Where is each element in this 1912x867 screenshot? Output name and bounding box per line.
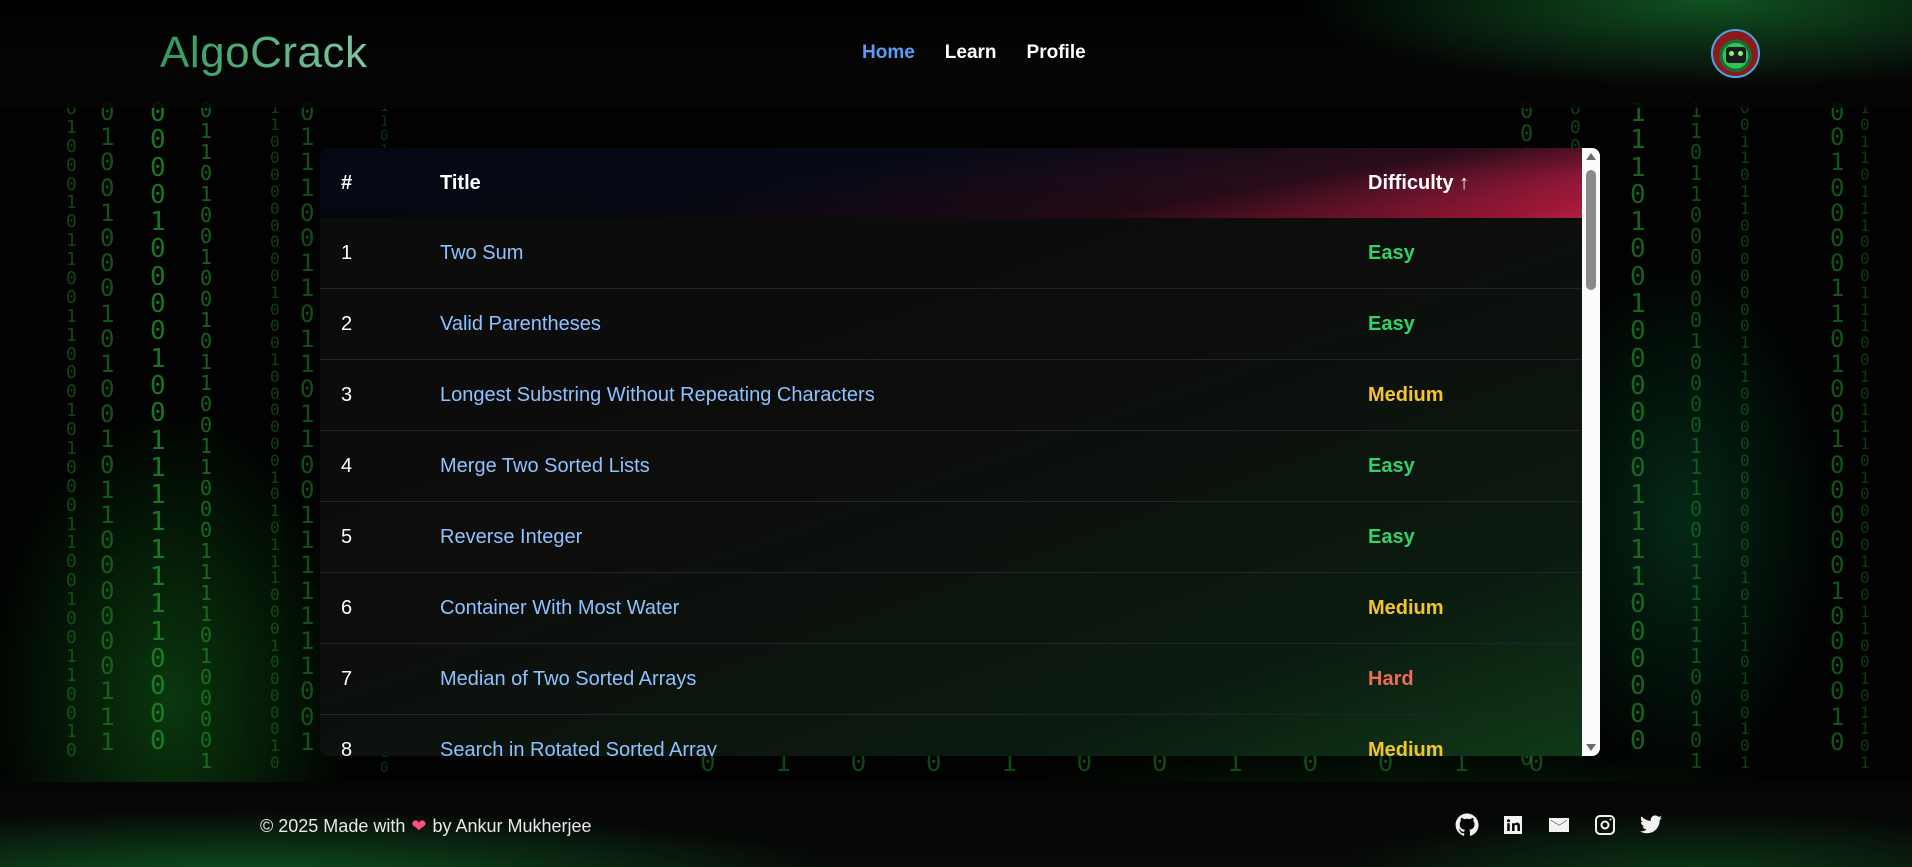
avatar-eye-right [1738, 51, 1743, 56]
difficulty-label: Hard [1368, 668, 1414, 690]
row-number: 4 [341, 455, 353, 477]
problem-title-link[interactable]: Valid Parentheses [440, 313, 601, 336]
matrix-rain-column: 1 0 1 1 0 1 1 1 0 0 0 1 1 1 0 0 1 0 1 1 … [1860, 99, 1870, 773]
scroll-down-icon[interactable] [1586, 744, 1596, 751]
table-scrollbar[interactable] [1582, 148, 1600, 756]
problem-title-link[interactable]: Reverse Integer [440, 526, 582, 549]
matrix-rain-column: 0 1 1 0 1 0 0 1 0 0 1 0 1 1 0 0 1 1 0 0 … [200, 98, 213, 773]
mail-icon[interactable] [1546, 812, 1572, 838]
difficulty-label: Easy [1368, 242, 1415, 264]
difficulty-label: Medium [1368, 597, 1444, 619]
matrix-rain-column: 0 0 1 1 0 1 1 0 0 0 0 0 0 0 1 1 1 0 0 0 … [1740, 99, 1750, 773]
problem-title-link[interactable]: Merge Two Sorted Lists [440, 455, 650, 478]
column-title-header[interactable]: Title [440, 172, 481, 195]
matrix-rain-column: 1 1 0 1 1 0 0 0 0 0 0 1 0 0 0 0 1 1 1 0 … [1690, 98, 1703, 773]
matrix-rain-column: 0 1 0 0 0 1 0 1 1 0 0 1 1 0 0 0 1 0 1 0 … [66, 98, 77, 762]
matrix-rain-column: 0 1 1 1 0 0 1 1 0 1 1 0 1 1 0 0 1 1 1 1 … [300, 98, 315, 756]
difficulty-label: Medium [1368, 739, 1444, 756]
table-row[interactable]: 4 Merge Two Sorted Lists Easy [320, 431, 1582, 502]
row-number: 6 [341, 597, 353, 619]
table-row[interactable]: 6 Container With Most Water Medium [320, 573, 1582, 644]
matrix-rain-column: 1 1 1 0 1 0 0 1 0 0 0 0 0 0 1 1 1 1 0 0 … [1630, 98, 1646, 756]
problems-table: # Title Difficulty ↑ 1 Two Sum Easy 2 Va… [320, 148, 1600, 756]
table-row[interactable]: 2 Valid Parentheses Easy [320, 289, 1582, 360]
social-links [1454, 812, 1664, 838]
row-number: 5 [341, 526, 353, 548]
problem-title-link[interactable]: Longest Substring Without Repeating Char… [440, 384, 875, 407]
nav-profile[interactable]: Profile [1027, 42, 1086, 64]
problem-title-link[interactable]: Container With Most Water [440, 597, 679, 620]
problem-title-link[interactable]: Two Sum [440, 242, 523, 265]
column-difficulty-header[interactable]: Difficulty ↑ [1368, 172, 1469, 195]
difficulty-label: Medium [1368, 384, 1444, 406]
nav-learn[interactable]: Learn [945, 42, 997, 64]
table-body: 1 Two Sum Easy 2 Valid Parentheses Easy … [320, 218, 1582, 756]
github-icon[interactable] [1454, 812, 1480, 838]
table-row[interactable]: 8 Search in Rotated Sorted Array Medium [320, 715, 1582, 756]
instagram-icon[interactable] [1592, 812, 1618, 838]
row-number: 2 [341, 313, 353, 335]
table-row[interactable]: 5 Reverse Integer Easy [320, 502, 1582, 573]
scrollbar-thumb[interactable] [1586, 170, 1596, 290]
copyright-prefix: © 2025 Made with [260, 816, 406, 836]
copyright-text: © 2025 Made with ❤ by Ankur Mukherjee [260, 816, 592, 837]
footer: © 2025 Made with ❤ by Ankur Mukherjee [0, 782, 1912, 867]
matrix-rain-column: 0 1 0 0 1 0 0 0 1 0 1 0 0 1 0 1 1 0 0 0 … [100, 98, 115, 756]
nav-home[interactable]: Home [862, 42, 915, 64]
row-number: 7 [341, 668, 353, 690]
zombie-avatar-icon[interactable] [1711, 29, 1760, 78]
difficulty-label: Easy [1368, 455, 1415, 477]
copyright-suffix: by Ankur Mukherjee [432, 816, 592, 836]
site-logo[interactable]: AlgoCrack [160, 28, 367, 78]
scroll-up-icon[interactable] [1586, 153, 1596, 160]
matrix-rain-column: 0 0 1 0 0 0 0 1 1 0 1 0 0 1 0 0 0 0 0 1 … [1830, 98, 1845, 756]
heart-icon: ❤ [411, 816, 427, 836]
table-row[interactable]: 3 Longest Substring Without Repeating Ch… [320, 360, 1582, 431]
problem-title-link[interactable]: Median of Two Sorted Arrays [440, 668, 696, 691]
row-number: 3 [341, 384, 353, 406]
main-nav: Home Learn Profile [862, 42, 1086, 64]
top-navbar: AlgoCrack Home Learn Profile [0, 0, 1912, 108]
table-header: # Title Difficulty ↑ [320, 148, 1582, 218]
problem-title-link[interactable]: Search in Rotated Sorted Array [440, 739, 717, 756]
difficulty-label: Easy [1368, 526, 1415, 548]
header-glow [1012, 0, 1912, 108]
row-number: 1 [341, 242, 353, 264]
avatar-eye-left [1729, 51, 1734, 56]
twitter-icon[interactable] [1638, 812, 1664, 838]
matrix-rain-column: 1 1 0 0 0 0 0 0 0 0 0 1 0 0 0 1 0 0 0 0 … [270, 99, 280, 773]
table-row[interactable]: 1 Two Sum Easy [320, 218, 1582, 289]
linkedin-icon[interactable] [1500, 812, 1526, 838]
matrix-rain-column: 0 0 0 0 1 0 0 0 0 1 0 0 1 1 1 1 1 1 1 1 … [150, 98, 166, 756]
row-number: 8 [341, 739, 353, 756]
difficulty-label: Easy [1368, 313, 1415, 335]
avatar-face [1726, 47, 1746, 63]
column-number-header: # [341, 172, 353, 194]
table-row[interactable]: 7 Median of Two Sorted Arrays Hard [320, 644, 1582, 715]
